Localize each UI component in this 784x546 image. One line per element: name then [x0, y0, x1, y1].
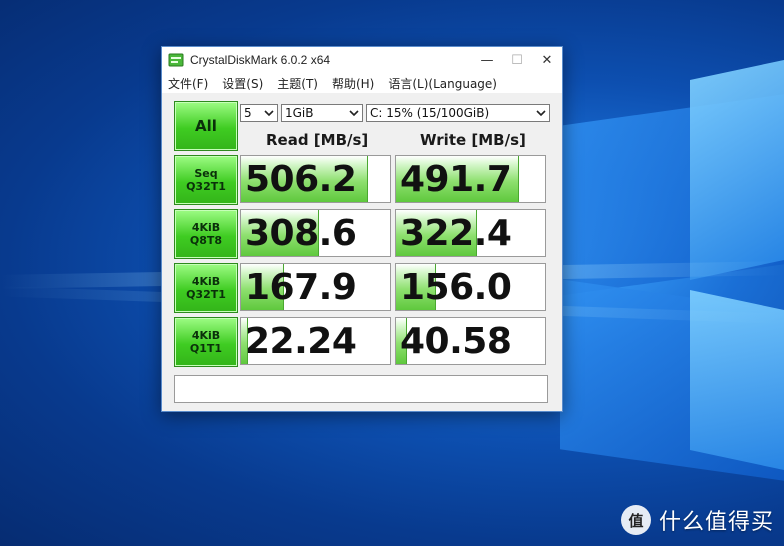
- 4kib-q8t8-button[interactable]: 4KiB Q8T8: [174, 209, 238, 259]
- result-value: 322.4: [400, 213, 512, 254]
- watermark-logo: 值: [620, 505, 651, 535]
- wallpaper-pane: [690, 60, 784, 280]
- test-label-line1: 4KiB: [191, 329, 221, 342]
- menu-language[interactable]: 语言(L)(Language): [386, 75, 503, 92]
- drive-value: C: 15% (15/100GiB): [370, 106, 490, 120]
- result-cell-write: 40.58: [395, 317, 546, 365]
- menu-help[interactable]: 帮助(H): [330, 75, 380, 92]
- menu-file[interactable]: 文件(F): [166, 75, 214, 92]
- chevron-down-icon: [349, 110, 359, 117]
- result-cell-write: 322.4: [395, 209, 546, 257]
- maximize-button[interactable]: ☐: [502, 47, 532, 73]
- drive-select[interactable]: C: 15% (15/100GiB): [366, 104, 550, 122]
- watermark-text: 什么值得买: [658, 510, 774, 535]
- test-count-value: 5: [244, 106, 252, 120]
- result-cell-read: 22.24: [240, 317, 391, 365]
- close-button[interactable]: ✕: [532, 47, 562, 73]
- title-bar[interactable]: CrystalDiskMark 6.0.2 x64 — ☐ ✕: [162, 47, 562, 73]
- watermark: 值 什么值得买: [620, 504, 774, 536]
- result-value: 506.2: [245, 159, 357, 200]
- result-value: 167.9: [245, 267, 357, 308]
- chevron-down-icon: [536, 110, 546, 117]
- test-label-line1: 4KiB: [191, 221, 221, 234]
- result-value: 22.24: [245, 321, 357, 362]
- chevron-down-icon: [264, 110, 274, 117]
- result-value: 156.0: [400, 267, 512, 308]
- run-all-button[interactable]: All: [174, 101, 238, 151]
- result-cell-read: 167.9: [240, 263, 391, 311]
- result-value: 308.6: [245, 213, 357, 254]
- write-column-header: Write [MB/s]: [420, 131, 526, 149]
- read-column-header: Read [MB/s]: [266, 131, 369, 149]
- test-size-value: 1GiB: [285, 106, 314, 120]
- minimize-button[interactable]: —: [472, 47, 502, 73]
- result-cell-write: 491.7: [395, 155, 546, 203]
- result-value: 40.58: [400, 321, 512, 362]
- test-label-line1: 4KiB: [191, 275, 221, 288]
- seq-q32t1-button[interactable]: Seq Q32T1: [174, 155, 238, 205]
- 4kib-q1t1-button[interactable]: 4KiB Q1T1: [174, 317, 238, 367]
- menu-theme[interactable]: 主题(T): [275, 75, 324, 92]
- test-label-line2: Q8T8: [189, 234, 223, 247]
- 4kib-q32t1-button[interactable]: 4KiB Q32T1: [174, 263, 238, 313]
- test-count-select[interactable]: 5: [240, 104, 278, 122]
- app-window: CrystalDiskMark 6.0.2 x64 — ☐ ✕ 文件(F) 设置…: [161, 46, 563, 412]
- result-cell-read: 308.6: [240, 209, 391, 257]
- window-title: CrystalDiskMark 6.0.2 x64: [190, 53, 331, 67]
- result-value: 491.7: [400, 159, 512, 200]
- test-label-line2: Q32T1: [186, 180, 226, 193]
- result-cell-read: 506.2: [240, 155, 391, 203]
- crystaldiskmark-icon: [168, 53, 184, 67]
- test-label-line1: Seq: [194, 167, 218, 180]
- test-size-select[interactable]: 1GiB: [281, 104, 363, 122]
- test-label-line2: Q1T1: [189, 342, 223, 355]
- comment-input[interactable]: [174, 375, 548, 403]
- test-label-line2: Q32T1: [186, 288, 226, 301]
- result-cell-write: 156.0: [395, 263, 546, 311]
- menu-settings[interactable]: 设置(S): [220, 75, 269, 92]
- menu-bar: 文件(F) 设置(S) 主题(T) 帮助(H) 语言(L)(Language): [162, 73, 562, 93]
